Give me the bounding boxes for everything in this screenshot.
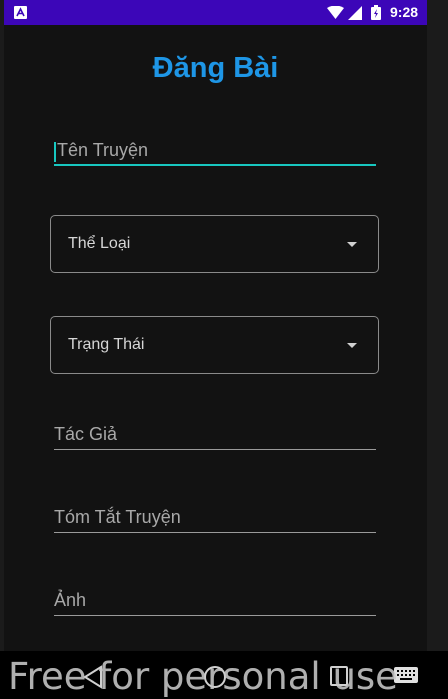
page-title: Đăng Bài <box>152 52 279 84</box>
summary-placeholder: Tóm Tắt Truyện <box>54 507 181 527</box>
summary-underline <box>54 532 376 533</box>
summary-field[interactable]: Tóm Tắt Truyện <box>54 493 376 533</box>
status-dropdown-label: Trạng Thái <box>68 336 145 353</box>
wifi-icon <box>327 6 344 19</box>
story-name-field[interactable]: Tên Truyện <box>54 126 376 166</box>
story-name-placeholder: Tên Truyện <box>57 140 149 160</box>
image-underline <box>54 615 376 616</box>
a-icon <box>14 6 27 19</box>
signal-icon <box>348 6 362 20</box>
image-field[interactable]: Ảnh <box>54 576 376 616</box>
author-field[interactable]: Tác Giả <box>54 410 376 450</box>
battery-charging-icon <box>371 5 381 20</box>
genre-dropdown[interactable]: Thể Loại <box>50 215 379 273</box>
genre-dropdown-label: Thể Loại <box>68 235 131 252</box>
chevron-down-icon <box>347 242 357 247</box>
watermark-text: Free for personal use <box>8 655 398 698</box>
story-name-underline <box>54 164 376 166</box>
author-underline <box>54 449 376 450</box>
status-dropdown[interactable]: Trạng Thái <box>50 316 379 374</box>
status-time: 9:28 <box>390 4 419 20</box>
image-placeholder: Ảnh <box>54 590 87 610</box>
author-placeholder: Tác Giả <box>54 424 118 444</box>
status-bar: 9:28 <box>4 0 427 25</box>
text-cursor <box>54 142 56 162</box>
chevron-down-icon <box>347 343 357 348</box>
